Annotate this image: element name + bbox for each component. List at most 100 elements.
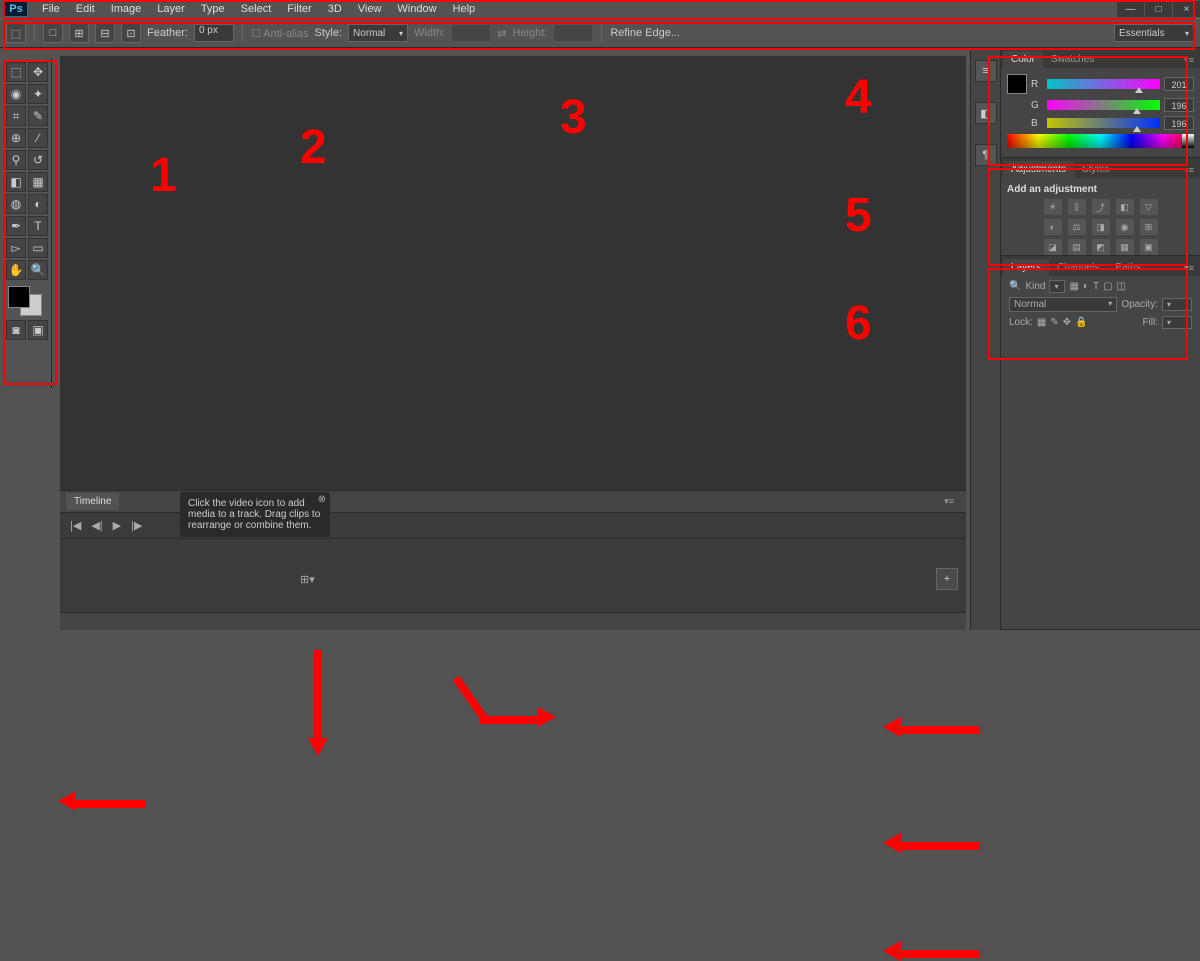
color-tab[interactable]: Color [1003,51,1043,68]
menu-edit[interactable]: Edit [68,1,103,17]
lock-transparency-icon[interactable]: ▦ [1037,317,1046,328]
posterize-icon[interactable]: ▤ [1068,239,1086,255]
layers-panel-menu-icon[interactable]: ▾≡ [1178,261,1200,276]
blend-mode-select[interactable]: Normal [1009,297,1117,312]
timeline-add-button[interactable]: + [936,568,958,590]
layers-tab[interactable]: Layers [1003,259,1049,276]
g-value[interactable]: 196 [1164,98,1194,112]
timeline-play-icon[interactable]: ▶ [113,519,121,532]
dodge-tool[interactable]: ◐ [28,194,48,214]
minimize-button[interactable]: — [1116,1,1144,17]
timeline-addmedia-icon[interactable]: ⊞▾ [300,573,315,586]
menu-3d[interactable]: 3D [320,1,350,17]
vibrance-icon[interactable]: ▽ [1140,199,1158,215]
g-slider[interactable] [1047,100,1160,110]
selection-new-icon[interactable]: □ [43,23,63,43]
dock-icon-2[interactable]: ◧ [975,102,997,124]
brush-tool[interactable]: ∕ [28,128,48,148]
adjustments-tab[interactable]: Adjustments [1003,161,1074,178]
kind-select[interactable] [1049,280,1065,293]
style-select[interactable]: Normal [348,24,408,42]
tool-preset-icon[interactable]: ⬚ [6,23,26,43]
styles-tab[interactable]: Styles [1074,161,1117,178]
brightness-icon[interactable]: ☀ [1044,199,1062,215]
bw-icon[interactable]: ◨ [1092,219,1110,235]
dock-icon-3[interactable]: ¶ [975,144,997,166]
selectivecolor-icon[interactable]: ▣ [1140,239,1158,255]
opacity-input[interactable] [1162,298,1192,311]
b-value[interactable]: 196 [1164,116,1194,130]
quickmask-tool[interactable]: ◙ [6,320,26,340]
threshold-icon[interactable]: ◩ [1092,239,1110,255]
menu-filter[interactable]: Filter [279,1,319,17]
color-swatches[interactable] [6,286,48,318]
pen-tool[interactable]: ✒ [6,216,26,236]
gradientmap-icon[interactable]: ▦ [1116,239,1134,255]
timeline-first-icon[interactable]: |◀ [70,519,81,532]
filter-type-icon[interactable]: T [1093,281,1099,292]
lock-all-icon[interactable]: 🔒 [1075,317,1087,328]
spectrum-bar[interactable] [1007,134,1194,148]
channels-tab[interactable]: Channels [1049,259,1107,276]
color-panel-menu-icon[interactable]: ▾≡ [1178,53,1200,68]
close-button[interactable]: × [1172,1,1200,17]
colorbalance-icon[interactable]: ⚖ [1068,219,1086,235]
menu-view[interactable]: View [350,1,390,17]
timeline-tracks[interactable]: ⊞▾ + [60,539,966,612]
healing-tool[interactable]: ⊕ [6,128,26,148]
gradient-tool[interactable]: ▦ [28,172,48,192]
menu-file[interactable]: File [34,1,68,17]
menu-window[interactable]: Window [389,1,444,17]
menu-select[interactable]: Select [233,1,280,17]
selection-intersect-icon[interactable]: ⊡ [121,23,141,43]
marquee-tool[interactable]: ⬚ [6,62,26,82]
timeline-menu-icon[interactable]: ▾≡ [938,494,960,509]
blur-tool[interactable]: ◍ [6,194,26,214]
lock-pixels-icon[interactable]: ✎ [1050,317,1058,328]
canvas[interactable] [60,56,966,486]
refine-edge-button[interactable]: Refine Edge... [610,27,680,39]
eyedropper-tool[interactable]: ✎ [28,106,48,126]
paths-tab[interactable]: Paths [1107,259,1149,276]
foreground-color[interactable] [8,286,30,308]
history-brush-tool[interactable]: ↺ [28,150,48,170]
workspace-select[interactable]: Essentials [1114,24,1194,42]
exposure-icon[interactable]: ◧ [1116,199,1134,215]
menu-image[interactable]: Image [103,1,150,17]
menu-type[interactable]: Type [193,1,233,17]
curves-icon[interactable]: ⤴ [1092,199,1110,215]
crop-tool[interactable]: ⌗ [6,106,26,126]
menu-help[interactable]: Help [445,1,484,17]
antialias-checkbox[interactable]: ☐ Anti-alias [251,27,309,40]
hue-icon[interactable]: ◐ [1044,219,1062,235]
path-select-tool[interactable]: ▻ [6,238,26,258]
filter-pixel-icon[interactable]: ▦ [1069,281,1078,292]
filter-adjust-icon[interactable]: ◐ [1083,281,1089,292]
tooltip-close-icon[interactable]: ⊗ [318,494,326,505]
selection-add-icon[interactable]: ⊞ [69,23,89,43]
feather-input[interactable]: 0 px [194,24,234,42]
dock-icon-1[interactable]: ≡ [975,60,997,82]
color-indicator[interactable] [1007,74,1027,94]
fill-input[interactable] [1162,316,1192,329]
zoom-tool[interactable]: 🔍 [28,260,48,280]
r-slider[interactable] [1047,79,1160,89]
lasso-tool[interactable]: ◉ [6,84,26,104]
timeline-tab[interactable]: Timeline [66,493,119,510]
adjustments-panel-menu-icon[interactable]: ▾≡ [1178,163,1200,178]
b-slider[interactable] [1047,118,1160,128]
wand-tool[interactable]: ✦ [28,84,48,104]
photofilter-icon[interactable]: ◉ [1116,219,1134,235]
shape-tool[interactable]: ▭ [28,238,48,258]
lock-position-icon[interactable]: ✥ [1063,317,1071,328]
swatches-tab[interactable]: Swatches [1043,51,1102,68]
timeline-prev-icon[interactable]: ◀| [91,519,102,532]
filter-smart-icon[interactable]: ◫ [1117,281,1126,292]
levels-icon[interactable]: ⫿ [1068,199,1086,215]
invert-icon[interactable]: ◪ [1044,239,1062,255]
channelmixer-icon[interactable]: ⊞ [1140,219,1158,235]
timeline-next-icon[interactable]: |▶ [131,519,142,532]
menu-layer[interactable]: Layer [149,1,193,17]
selection-subtract-icon[interactable]: ⊟ [95,23,115,43]
r-value[interactable]: 201 [1164,77,1194,91]
